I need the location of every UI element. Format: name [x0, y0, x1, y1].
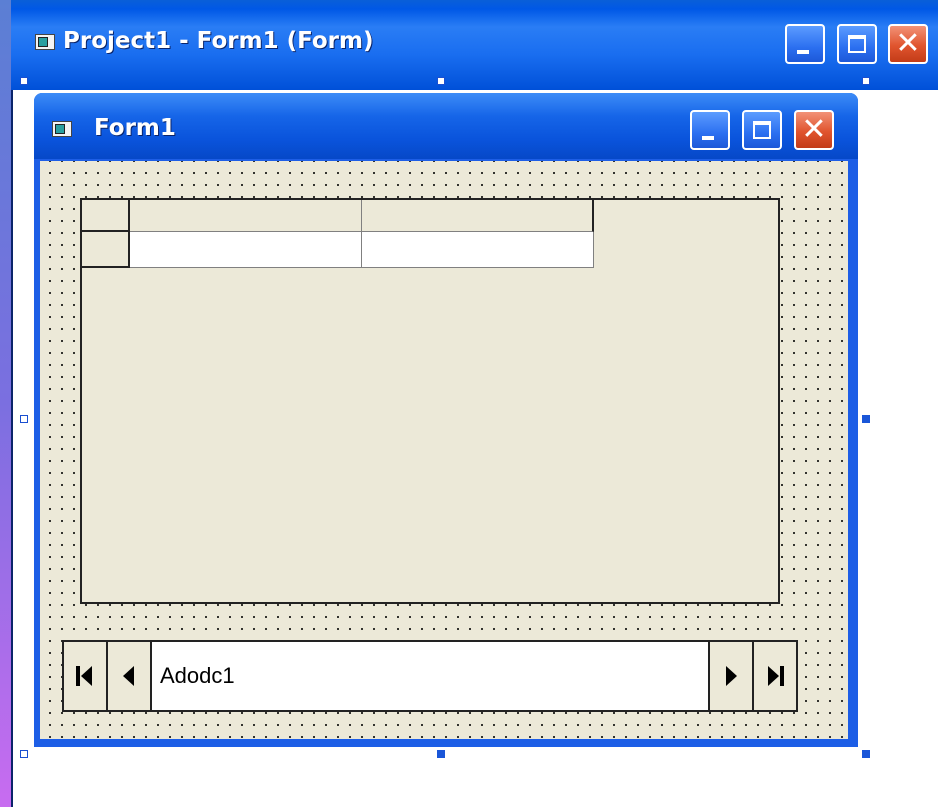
form1-title: Form1	[94, 115, 176, 141]
move-first-button[interactable]	[64, 642, 108, 710]
form-icon	[52, 121, 72, 137]
last-record-icon	[768, 666, 784, 686]
grid-cell[interactable]	[362, 232, 594, 268]
resize-handle-top[interactable]	[437, 77, 445, 85]
grid-cell[interactable]	[130, 232, 362, 268]
minimize-button[interactable]	[690, 110, 730, 150]
designer-window-title: Project1 - Form1 (Form)	[63, 28, 374, 54]
grid-row-header[interactable]	[82, 232, 130, 268]
resize-handle-bottom[interactable]	[437, 750, 445, 758]
resize-handle-top-left[interactable]	[20, 77, 28, 85]
close-button[interactable]: ✕	[794, 110, 834, 150]
first-record-icon	[76, 666, 92, 686]
minimize-icon	[797, 50, 809, 54]
grid-column-header[interactable]	[130, 200, 362, 232]
resize-handle-bottom-right[interactable]	[862, 750, 870, 758]
maximize-button[interactable]	[837, 24, 877, 64]
move-last-button[interactable]	[752, 642, 796, 710]
previous-record-icon	[123, 666, 134, 686]
adodc-control[interactable]: Adodc1	[62, 640, 798, 712]
adodc-caption: Adodc1	[160, 663, 235, 688]
next-record-icon	[726, 666, 737, 686]
move-next-button[interactable]	[708, 642, 752, 710]
close-button[interactable]: ✕	[888, 24, 928, 64]
maximize-icon	[753, 121, 771, 139]
data-grid[interactable]	[80, 198, 780, 604]
move-previous-button[interactable]	[108, 642, 152, 710]
resize-handle-left[interactable]	[20, 415, 28, 423]
minimize-button[interactable]	[785, 24, 825, 64]
form-icon	[35, 34, 55, 50]
minimize-icon	[702, 136, 714, 140]
maximize-button[interactable]	[742, 110, 782, 150]
form1-titlebar[interactable]: Form1 ✕	[34, 93, 858, 159]
maximize-icon	[848, 35, 866, 53]
resize-handle-bottom-left[interactable]	[20, 750, 28, 758]
close-icon: ✕	[801, 112, 827, 147]
grid-corner-cell[interactable]	[82, 200, 130, 232]
grid-column-header[interactable]	[362, 200, 594, 232]
resize-handle-right[interactable]	[862, 415, 870, 423]
resize-handle-top-right[interactable]	[862, 77, 870, 85]
close-icon: ✕	[895, 26, 921, 61]
designer-titlebar[interactable]: Project1 - Form1 (Form) ✕	[11, 0, 938, 90]
